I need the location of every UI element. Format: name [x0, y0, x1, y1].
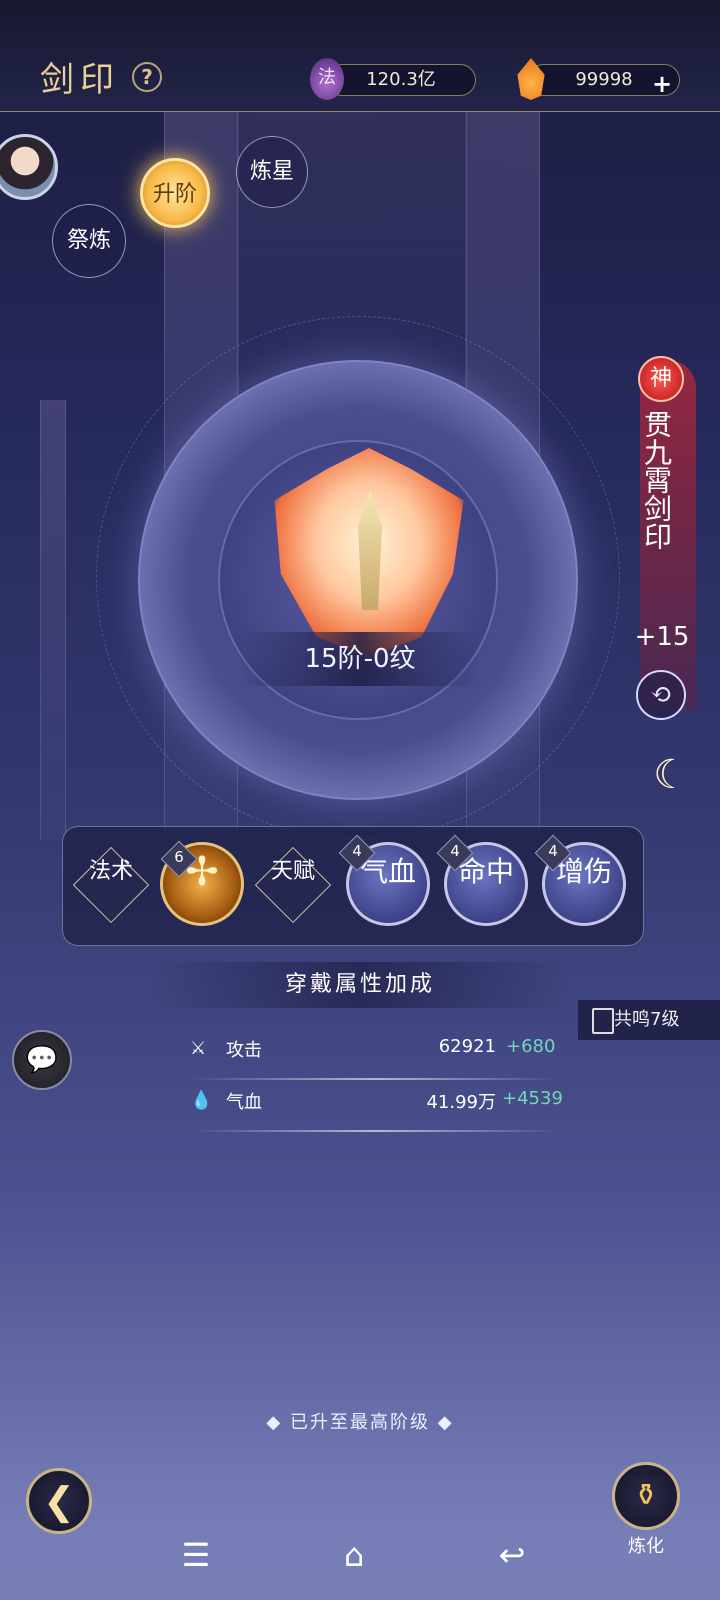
drop-icon: 💧: [190, 1090, 213, 1111]
fa-currency-icon: 法: [310, 58, 344, 100]
skill-fashu[interactable]: 法术: [76, 860, 146, 884]
add-currency-button[interactable]: +: [652, 70, 672, 98]
attr-value-hp: 41.99万: [426, 1092, 496, 1113]
question-icon[interactable]: ?: [132, 62, 162, 92]
attributes-title: 穿戴属性加成: [150, 962, 570, 1008]
rank-label: 15阶-0纹: [240, 632, 480, 686]
node-shengjie[interactable]: 升阶: [140, 158, 210, 228]
swap-icon[interactable]: ⟲: [636, 670, 686, 720]
item-name: 贯九霄剑印: [640, 410, 673, 550]
attr-bonus-attack: +680: [506, 1036, 556, 1057]
home-icon[interactable]: ⌂: [324, 1536, 384, 1574]
back-nav-icon[interactable]: ↩: [482, 1536, 542, 1574]
max-rank-status: ◆ 已升至最高阶级 ◆: [266, 1412, 454, 1433]
divider: [190, 1078, 560, 1080]
skill-badge-count: 4: [450, 842, 460, 860]
chat-icon[interactable]: 💬: [12, 1030, 72, 1090]
max-rank-text: 已升至最高阶级: [290, 1412, 430, 1433]
attr-label-hp: 气血: [226, 1092, 262, 1113]
fa-currency-value: 120.3亿: [326, 64, 476, 96]
refine-label: 炼化: [628, 1536, 664, 1557]
divider: [190, 1130, 560, 1132]
skill-badge-count: 4: [352, 842, 362, 860]
book-icon: [592, 1008, 614, 1034]
tier-badge: 神: [638, 356, 684, 402]
skill-badge-count: 4: [548, 842, 558, 860]
attr-label-attack: 攻击: [226, 1040, 262, 1061]
node-jilian[interactable]: 祭炼: [52, 204, 126, 278]
refine-button[interactable]: ⚱: [612, 1462, 680, 1530]
item-level: +15: [634, 622, 690, 652]
attr-value-attack: 62921: [438, 1036, 496, 1057]
node-lianxing[interactable]: 炼星: [236, 136, 308, 208]
crescent-icon[interactable]: ☾: [648, 752, 694, 808]
back-arrow-icon[interactable]: ❮: [26, 1468, 92, 1534]
page-title: 剑印: [40, 60, 120, 100]
decor-pillar: [40, 400, 66, 840]
sword-icon: ⚔: [190, 1038, 207, 1059]
menu-icon[interactable]: ☰: [166, 1536, 226, 1574]
skill-tianfu[interactable]: 天赋: [258, 860, 328, 884]
attr-bonus-hp: +4539: [502, 1088, 563, 1109]
avatar[interactable]: [0, 134, 58, 200]
skill-badge-count: 6: [174, 848, 184, 866]
